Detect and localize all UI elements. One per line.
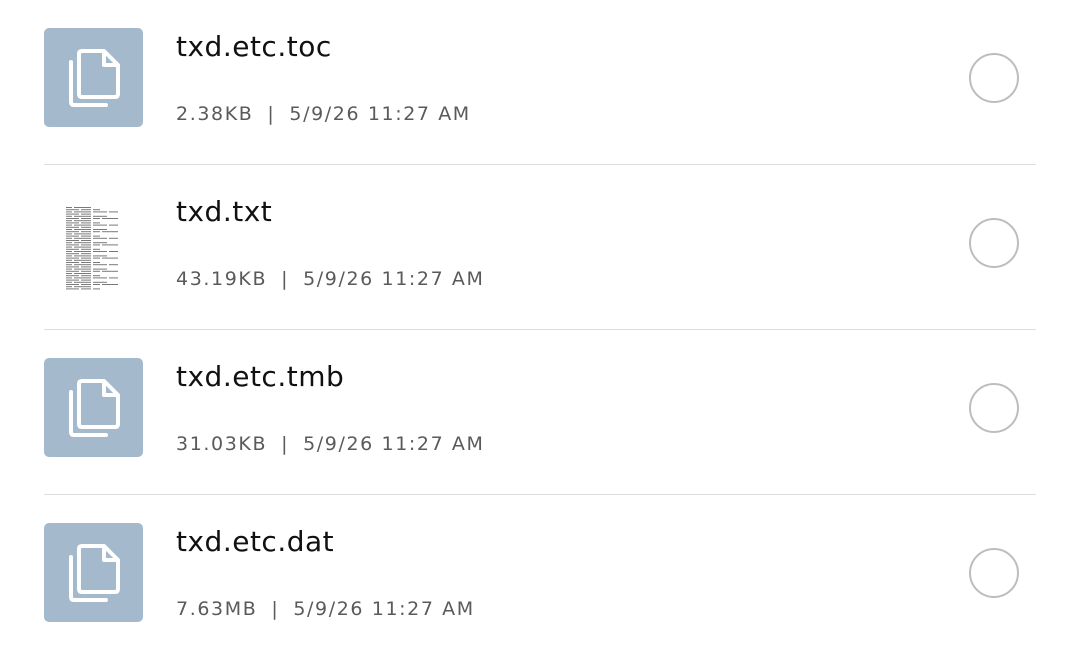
file-date: 5/9/26 11:27 AM [293,598,475,620]
text-preview-icon [64,203,120,293]
file-name: txd.etc.toc [176,30,332,63]
meta-separator: | [267,103,276,125]
select-checkbox[interactable] [969,548,1019,598]
meta-separator: | [281,433,290,455]
file-date: 5/9/26 11:27 AM [303,433,485,455]
file-size: 43.19KB [176,268,268,290]
select-checkbox[interactable] [969,53,1019,103]
document-copy-icon [69,379,120,437]
file-name: txd.etc.dat [176,525,335,558]
file-date: 5/9/26 11:27 AM [289,103,471,125]
meta-separator: | [271,598,280,620]
file-date: 5/9/26 11:27 AM [303,268,485,290]
select-checkbox[interactable] [969,218,1019,268]
file-row[interactable]: txd.etc.dat 7.63MB | 5/9/26 11:27 AM [44,495,1036,660]
file-row[interactable]: txd.etc.tmb 31.03KB | 5/9/26 11:27 AM [44,330,1036,495]
file-meta: 2.38KB | 5/9/26 11:27 AM [176,103,471,125]
file-thumbnail [44,523,143,622]
file-size: 31.03KB [176,433,268,455]
file-thumbnail [44,193,143,293]
file-meta: 31.03KB | 5/9/26 11:27 AM [176,433,485,455]
file-list: txd.etc.toc 2.38KB | 5/9/26 11:27 AM txd.t… [0,0,1080,646]
file-meta: 43.19KB | 5/9/26 11:27 AM [176,268,485,290]
file-thumbnail [44,358,143,457]
document-copy-icon [69,544,120,602]
file-thumbnail [44,28,143,127]
file-name: txd.etc.tmb [176,360,345,393]
file-size: 7.63MB [176,598,258,620]
file-row[interactable]: txd.txt 43.19KB | 5/9/26 11:27 AM [44,165,1036,330]
file-name: txd.txt [176,195,273,228]
meta-separator: | [281,268,290,290]
file-meta: 7.63MB | 5/9/26 11:27 AM [176,598,475,620]
file-row[interactable]: txd.etc.toc 2.38KB | 5/9/26 11:27 AM [44,0,1036,165]
document-copy-icon [69,49,120,107]
select-checkbox[interactable] [969,383,1019,433]
file-size: 2.38KB [176,103,254,125]
